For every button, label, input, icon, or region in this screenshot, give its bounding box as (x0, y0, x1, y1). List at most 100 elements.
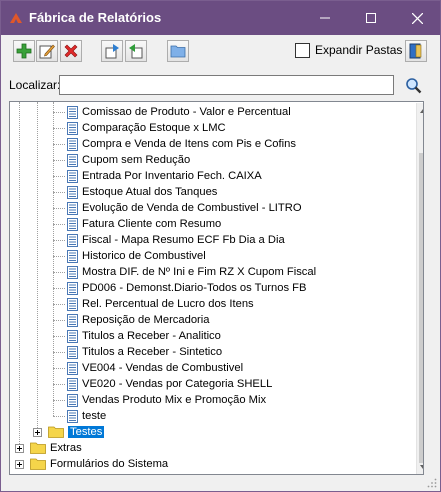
tree-connector (53, 271, 65, 273)
expand-folders-checkbox[interactable] (295, 42, 310, 58)
open-folder-icon (170, 45, 186, 58)
tree-connector (53, 303, 65, 305)
tree-report-label: PD006 - Demonst.Diario-Todos os Turnos F… (82, 282, 307, 294)
scrollbar-thumb[interactable] (419, 153, 423, 463)
tree-report-item[interactable]: Compra e Venda de Itens com Pis e Cofins (53, 136, 296, 152)
export-report-button[interactable] (125, 40, 147, 62)
tree-report-item[interactable]: Historico de Combustivel (53, 248, 206, 264)
report-document-icon (67, 297, 78, 311)
tree-report-item[interactable]: VE004 - Vendas de Combustivel (53, 360, 243, 376)
tree-connector (53, 207, 65, 209)
folder-icon (30, 442, 46, 454)
tree-report-item[interactable]: Vendas Produto Mix e Promoção Mix (53, 392, 266, 408)
tree-report-label: Fiscal - Mapa Resumo ECF Fb Dia a Dia (82, 234, 285, 246)
expand-extras-button[interactable] (15, 444, 24, 453)
tree-report-label: Evolução de Venda de Combustivel - LITRO (82, 202, 302, 214)
tree-report-label: VE004 - Vendas de Combustivel (82, 362, 244, 374)
tree-report-label: Compra e Venda de Itens com Pis e Cofins (82, 138, 296, 150)
add-icon (16, 43, 32, 59)
maximize-button[interactable] (348, 1, 394, 35)
tree-report-label: Comissao de Produto - Valor e Percentual (82, 106, 291, 118)
exit-door-icon (409, 43, 422, 59)
search-icon[interactable] (405, 77, 422, 94)
tree-guide (37, 102, 39, 432)
resize-grip-icon[interactable] (427, 478, 437, 488)
tree-connector (53, 143, 65, 145)
report-document-icon (67, 313, 78, 327)
tree-connector (53, 415, 65, 417)
search-label: Localizar: (9, 78, 61, 92)
tree-folder-testes[interactable]: Testes (48, 424, 105, 440)
export-icon (129, 44, 143, 59)
report-document-icon (67, 217, 78, 231)
edit-report-button[interactable] (36, 40, 58, 62)
report-document-icon (67, 105, 78, 119)
report-document-icon (67, 201, 78, 215)
search-row: Localizar: (1, 74, 440, 98)
tree-report-item[interactable]: Evolução de Venda de Combustivel - LITRO (53, 200, 302, 216)
tree-report-label: Mostra DIF. de Nº Ini e Fim RZ X Cupom F… (82, 266, 317, 278)
tree-report-item[interactable]: Reposição de Mercadoria (53, 312, 209, 328)
tree-report-item[interactable]: Cupom sem Redução (53, 152, 190, 168)
tree-report-label: Rel. Percentual de Lucro dos Itens (82, 298, 254, 310)
report-document-icon (67, 249, 78, 263)
tree-connector (53, 111, 65, 113)
expand-folders-label: Expandir Pastas (315, 43, 403, 57)
report-document-icon (67, 137, 78, 151)
tree-report-item[interactable]: Estoque Atual dos Tanques (53, 184, 217, 200)
report-document-icon (67, 329, 78, 343)
tree-connector (53, 351, 65, 353)
tree-report-label: Fatura Cliente com Resumo (82, 218, 222, 230)
tree-report-item[interactable]: Rel. Percentual de Lucro dos Itens (53, 296, 254, 312)
tree-report-label: Estoque Atual dos Tanques (82, 186, 218, 198)
expand-folders-toggle[interactable]: Expandir Pastas (295, 41, 402, 59)
tree-report-label: teste (82, 410, 107, 422)
tree-report-item[interactable]: Titulos a Receber - Sintetico (53, 344, 222, 360)
title-bar[interactable]: Fábrica de Relatórios (1, 1, 440, 35)
add-report-button[interactable] (13, 40, 35, 62)
tree-report-label: Titulos a Receber - Analitico (82, 330, 221, 342)
scroll-up-icon[interactable] (420, 107, 424, 113)
tree-connector (53, 319, 65, 321)
expand-testes-button[interactable] (33, 428, 42, 437)
tree-report-item[interactable]: teste (53, 408, 106, 424)
tree-report-label: Reposição de Mercadoria (82, 314, 210, 326)
tree-report-label: Comparação Estoque x LMC (82, 122, 226, 134)
tree-report-item[interactable]: Titulos a Receber - Analitico (53, 328, 221, 344)
exit-button[interactable] (405, 40, 427, 62)
tree-report-label: Vendas Produto Mix e Promoção Mix (82, 394, 267, 406)
tree-report-label: Titulos a Receber - Sintetico (82, 346, 223, 358)
report-document-icon (67, 393, 78, 407)
minimize-icon (320, 17, 330, 19)
expand-system-forms-button[interactable] (15, 460, 24, 469)
tree-folder-system-forms[interactable]: Formulários do Sistema (30, 456, 168, 472)
tree-report-item[interactable]: Entrada Por Inventario Fech. CAIXA (53, 168, 262, 184)
report-document-icon (67, 361, 78, 375)
tree-connector (53, 175, 65, 177)
open-folder-button[interactable] (167, 40, 189, 62)
tree-report-label: Historico de Combustivel (82, 250, 206, 262)
import-report-button[interactable] (101, 40, 123, 62)
tree-report-item[interactable]: Fatura Cliente com Resumo (53, 216, 221, 232)
search-input[interactable] (59, 75, 394, 95)
minimize-button[interactable] (302, 1, 348, 35)
tree-report-item[interactable]: PD006 - Demonst.Diario-Todos os Turnos F… (53, 280, 306, 296)
tree-report-item[interactable]: VE020 - Vendas por Categoria SHELL (53, 376, 272, 392)
tree-report-label: Cupom sem Redução (82, 154, 191, 166)
tree-report-item[interactable]: Fiscal - Mapa Resumo ECF Fb Dia a Dia (53, 232, 285, 248)
tree-report-item[interactable]: Comparação Estoque x LMC (53, 120, 226, 136)
tree-report-item[interactable]: Comissao de Produto - Valor e Percentual (53, 104, 291, 120)
delete-report-button[interactable] (60, 40, 82, 62)
report-document-icon (67, 281, 78, 295)
report-tree[interactable]: Comissao de Produto - Valor e Percentual… (9, 101, 424, 475)
report-document-icon (67, 345, 78, 359)
report-document-icon (67, 409, 78, 423)
folder-icon (30, 458, 46, 470)
scroll-down-icon[interactable] (420, 465, 424, 471)
tree-connector (53, 367, 65, 369)
tree-report-label: VE020 - Vendas por Categoria SHELL (82, 378, 273, 390)
tree-folder-extras[interactable]: Extras (30, 440, 82, 456)
vertical-scrollbar[interactable] (416, 103, 424, 474)
tree-report-item[interactable]: Mostra DIF. de Nº Ini e Fim RZ X Cupom F… (53, 264, 316, 280)
close-button[interactable] (394, 1, 440, 35)
